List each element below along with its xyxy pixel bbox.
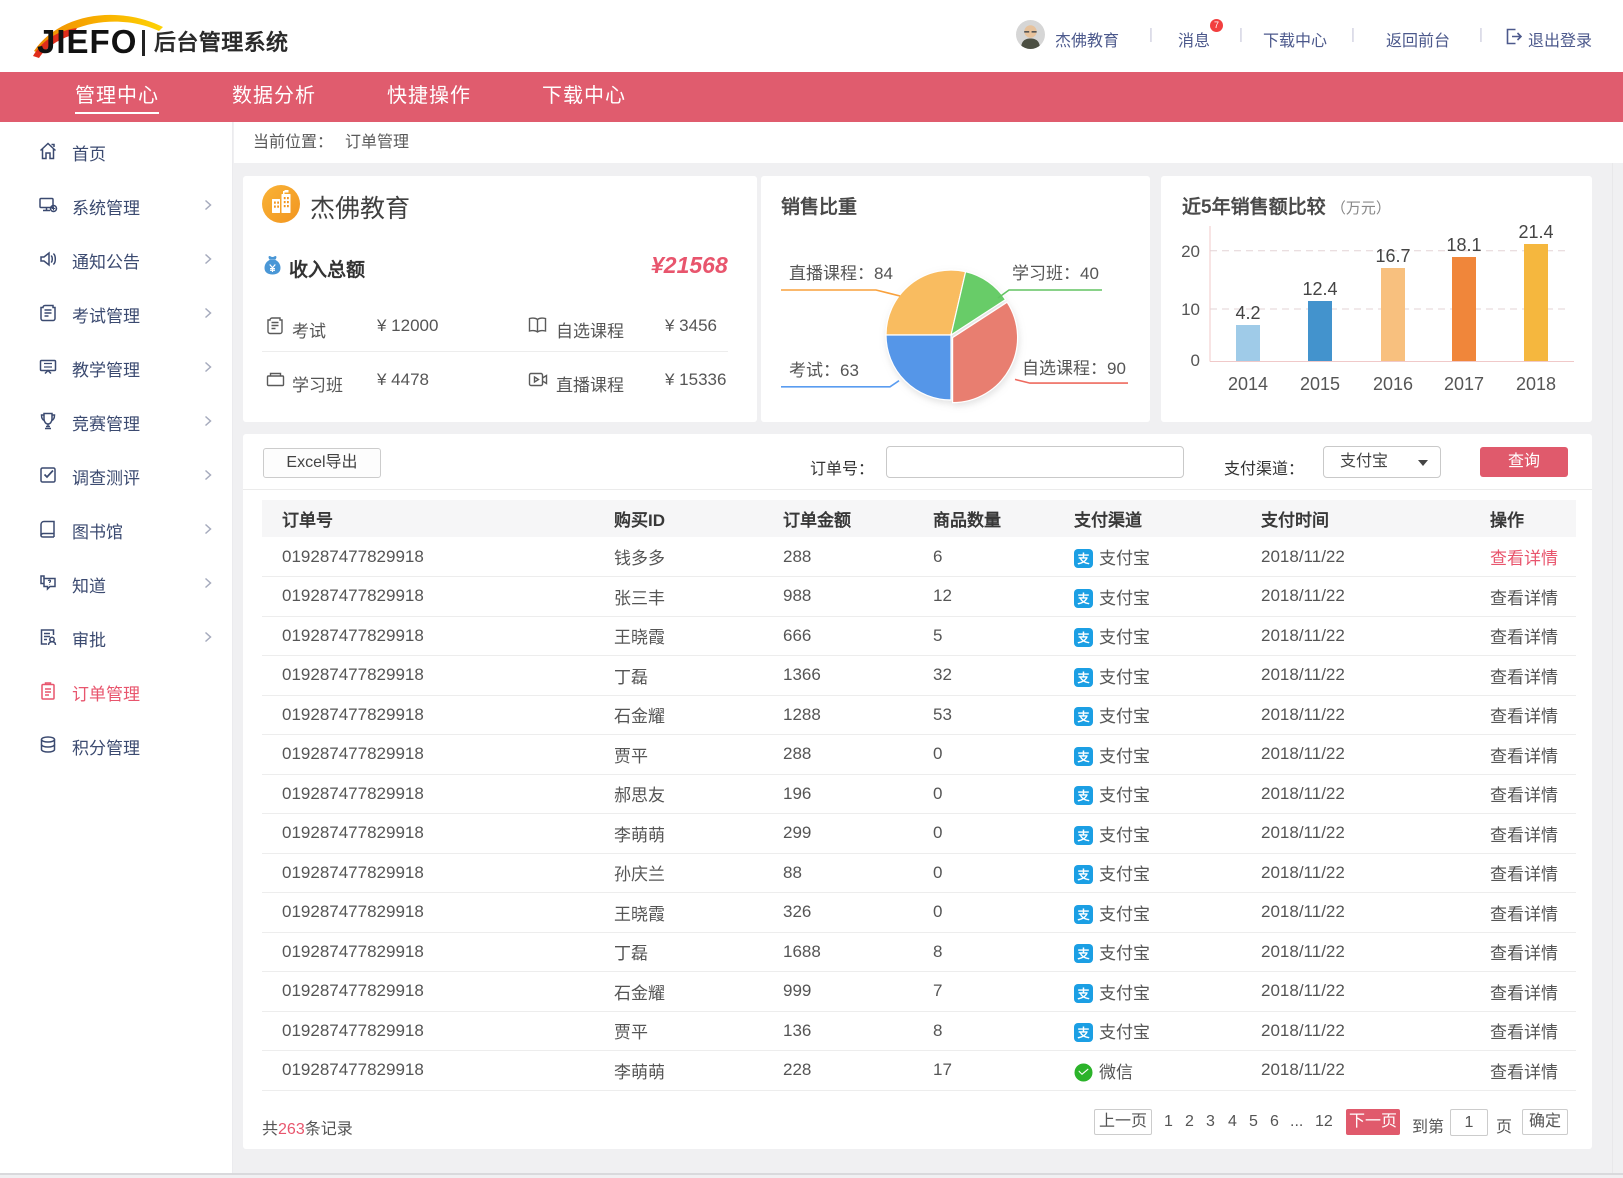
svg-text:支: 支 [1076,591,1090,606]
svg-text:支: 支 [1076,867,1090,882]
svg-text:自选课程：90: 自选课程：90 [1022,359,1126,378]
svg-text:2018: 2018 [1516,374,1556,394]
svg-text:0: 0 [1191,351,1200,370]
svg-text:直播课程：84: 直播课程：84 [789,264,893,283]
svg-text:2017: 2017 [1444,374,1484,394]
svg-text:支: 支 [1076,788,1090,803]
svg-text:21.4: 21.4 [1518,222,1553,242]
svg-text:2016: 2016 [1373,374,1413,394]
svg-text:20: 20 [1181,242,1200,261]
svg-text:支: 支 [1076,749,1090,764]
svg-text:2014: 2014 [1228,374,1268,394]
svg-text:支: 支 [1076,907,1090,922]
svg-text:支: 支 [1076,709,1090,724]
svg-text:支: 支 [1076,630,1090,645]
svg-text:支: 支 [1076,1025,1090,1040]
svg-text:支: 支 [1076,551,1090,566]
svg-text:16.7: 16.7 [1375,246,1410,266]
svg-text:12.4: 12.4 [1302,279,1337,299]
svg-text:学习班：40: 学习班：40 [1012,264,1099,283]
svg-text:支: 支 [1076,670,1090,685]
svg-text:支: 支 [1076,828,1090,843]
svg-text:支: 支 [1076,946,1090,961]
svg-text:4.2: 4.2 [1235,303,1260,323]
svg-text:支: 支 [1076,986,1090,1001]
svg-text:考试：63: 考试：63 [789,361,859,380]
svg-text:2015: 2015 [1300,374,1340,394]
svg-text:18.1: 18.1 [1446,235,1481,255]
svg-text:10: 10 [1181,300,1200,319]
